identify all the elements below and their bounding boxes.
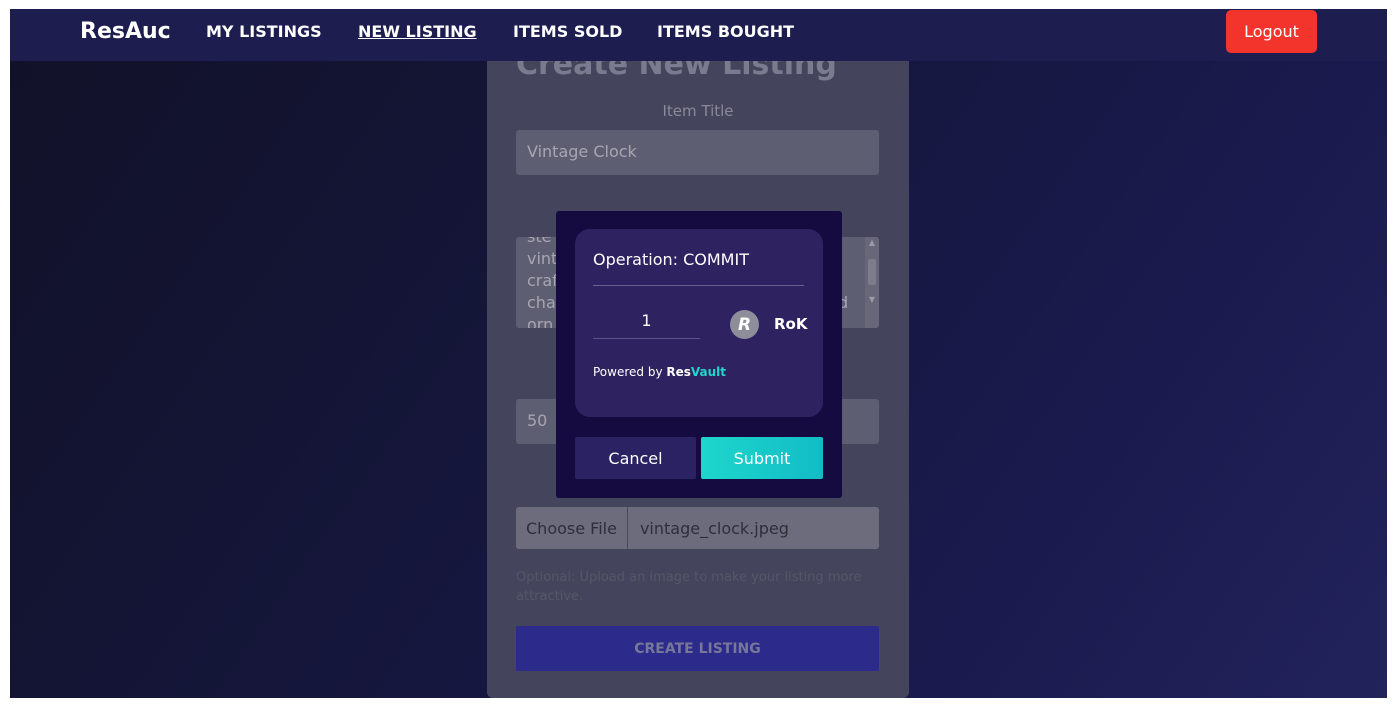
divider [593, 285, 804, 286]
logout-button[interactable]: Logout [1226, 10, 1317, 53]
currency-label: RoK [774, 315, 808, 333]
navbar: ResAuc MY LISTINGS NEW LISTING ITEMS SOL… [10, 9, 1387, 61]
cancel-button[interactable]: Cancel [575, 437, 696, 479]
resvault-modal: Operation: COMMIT 1 R RoK Powered by Res… [556, 211, 842, 498]
scroll-thumb[interactable] [868, 259, 876, 285]
transaction-card: Operation: COMMIT 1 R RoK Powered by Res… [575, 229, 823, 417]
amount-input[interactable]: 1 [593, 303, 700, 339]
description-scrollbar[interactable]: ▲ ▼ [865, 237, 879, 328]
nav-items-sold[interactable]: ITEMS SOLD [513, 22, 622, 41]
app-window: ResAuc MY LISTINGS NEW LISTING ITEMS SOL… [10, 9, 1387, 698]
nav-my-listings[interactable]: MY LISTINGS [206, 22, 322, 41]
image-file-input[interactable]: Choose File vintage_clock.jpeg [516, 507, 879, 549]
powered-by-text: Powered by ResVault [593, 365, 727, 379]
brand-logo[interactable]: ResAuc [80, 19, 171, 44]
item-title-label: Item Title [662, 102, 734, 120]
nav-items-bought[interactable]: ITEMS BOUGHT [657, 22, 794, 41]
file-name: vintage_clock.jpeg [639, 518, 789, 538]
nav-new-listing[interactable]: NEW LISTING [358, 22, 477, 41]
submit-button[interactable]: Submit [701, 437, 823, 479]
scroll-down-icon[interactable]: ▼ [865, 294, 879, 306]
page-title: Create New Listing [516, 61, 837, 82]
rok-coin-icon: R [730, 310, 759, 339]
scroll-up-icon[interactable]: ▲ [865, 237, 879, 249]
file-helper-text: Optional: Upload an image to make your l… [516, 570, 862, 604]
operation-label: Operation: COMMIT [593, 250, 749, 269]
choose-file-button[interactable]: Choose File [516, 507, 628, 549]
item-title-input[interactable]: Vintage Clock [516, 130, 879, 175]
create-listing-button[interactable]: CREATE LISTING [516, 626, 879, 671]
